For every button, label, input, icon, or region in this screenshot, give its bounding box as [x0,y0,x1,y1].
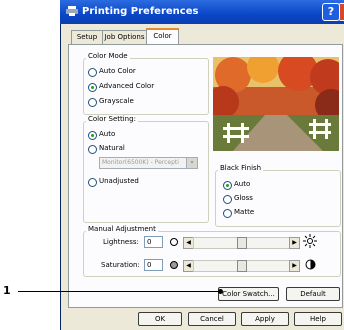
advanced-color-label: Advanced Color [99,82,155,90]
manual-adjustment-label: Manual Adjustment [86,225,158,233]
lightness-thumb[interactable] [236,237,247,249]
gloss-radio[interactable] [223,195,232,204]
window-title: Printing Preferences [82,6,199,17]
callout-dot [218,289,223,294]
grayscale-label: Grayscale [99,97,134,105]
half-circle-icon [305,259,316,270]
sun-icon [303,234,317,248]
black-auto-label: Auto [234,180,251,188]
matte-radio[interactable] [223,209,232,218]
color-setting-label: Color Setting: [86,115,138,123]
black-auto-radio[interactable] [223,181,232,190]
ok-button[interactable]: OK [138,312,182,326]
printer-icon [66,6,78,16]
monitor-profile-select[interactable]: Monitor(6500K) - Percepti [99,157,195,169]
auto-setting-label: Auto [99,130,116,138]
color-preview-image [213,57,339,151]
lightness-right-arrow[interactable]: ▶ [289,237,300,249]
natural-radio[interactable] [88,145,97,154]
cancel-button[interactable]: Cancel [188,312,236,326]
help-button[interactable]: Help [294,312,342,326]
tab-setup[interactable]: Setup [71,30,103,45]
unadjusted-radio[interactable] [88,178,97,187]
auto-color-radio[interactable] [88,68,97,77]
tab-job-options[interactable]: Job Options [102,30,147,45]
matte-label: Matte [234,208,255,216]
color-mode-label: Color Mode [86,52,130,60]
chevron-down-icon[interactable]: ▾ [186,157,198,169]
lightness-label: Lightness: [103,238,139,246]
saturation-thumb[interactable] [236,260,247,272]
saturation-right-arrow[interactable]: ▶ [289,260,300,272]
auto-setting-radio[interactable] [88,131,97,140]
black-finish-label: Black Finish [218,164,264,172]
unadjusted-label: Unadjusted [99,177,139,185]
default-button[interactable]: Default [286,287,340,301]
lightness-input[interactable]: 0 [144,236,163,248]
gloss-label: Gloss [234,194,253,202]
auto-color-label: Auto Color [99,67,136,75]
callout-number: 1 [3,284,11,297]
grayscale-radio[interactable] [88,98,97,107]
lightness-low-icon [170,238,178,246]
natural-label: Natural [99,144,125,152]
apply-button[interactable]: Apply [241,312,289,326]
saturation-input[interactable]: 0 [144,259,163,271]
color-swatch-button[interactable]: Color Swatch... [218,287,279,301]
saturation-low-icon [170,261,178,269]
advanced-color-radio[interactable] [88,83,97,92]
help-title-button[interactable]: ? [322,3,340,21]
saturation-label: Saturation: [101,261,140,269]
title-bar[interactable]: Printing Preferences ? [60,0,344,24]
callout-line [18,291,221,292]
